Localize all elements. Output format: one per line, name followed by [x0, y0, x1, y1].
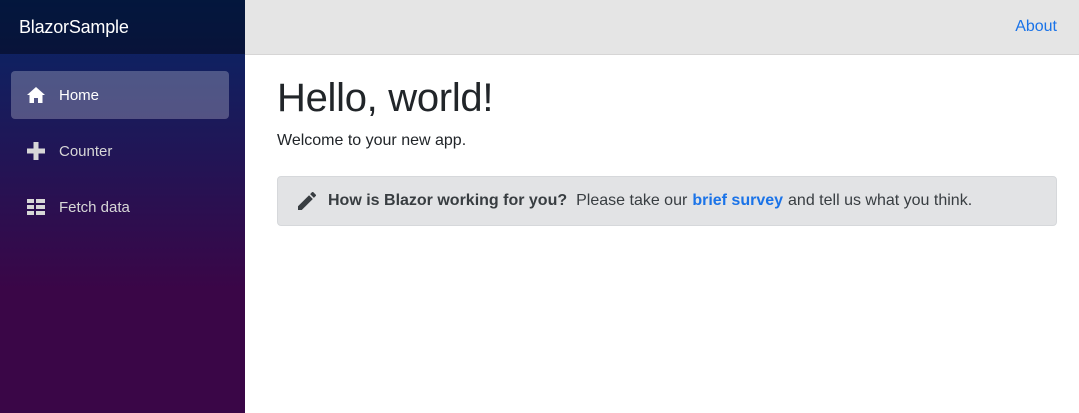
survey-text-before: Please take our — [576, 192, 688, 209]
sidebar-item-counter[interactable]: Counter — [11, 127, 229, 175]
sidebar: BlazorSample Home Counter Fetch data — [0, 0, 245, 413]
about-link[interactable]: About — [1015, 18, 1057, 36]
survey-link[interactable]: brief survey — [692, 192, 783, 210]
sidebar-item-label: Counter — [59, 142, 113, 160]
sidebar-item-label: Home — [59, 86, 100, 104]
home-icon — [26, 85, 46, 105]
main-area: About Hello, world! Welcome to your new … — [245, 0, 1079, 413]
sidebar-item-home[interactable]: Home — [11, 71, 229, 119]
list-icon — [26, 197, 46, 217]
content: Hello, world! Welcome to your new app. H… — [245, 55, 1079, 226]
pencil-icon — [297, 191, 317, 211]
page-title: Hello, world! — [277, 76, 494, 120]
survey-prompt: How is Blazor working for you? Please ta… — [277, 176, 1057, 226]
survey-question: How is Blazor working for you? — [328, 192, 568, 209]
nav-menu: Home Counter Fetch data — [0, 54, 245, 231]
app-root: BlazorSample Home Counter Fetch data Abo… — [0, 0, 1079, 413]
sidebar-item-label: Fetch data — [59, 198, 130, 216]
welcome-text: Welcome to your new app. — [277, 132, 467, 149]
brand-bar: BlazorSample — [0, 0, 245, 54]
top-row: About — [245, 0, 1079, 55]
survey-text-after: and tell us what you think. — [788, 192, 973, 209]
brand-link[interactable]: BlazorSample — [19, 17, 129, 38]
sidebar-item-fetch-data[interactable]: Fetch data — [11, 183, 229, 231]
plus-icon — [26, 141, 46, 161]
